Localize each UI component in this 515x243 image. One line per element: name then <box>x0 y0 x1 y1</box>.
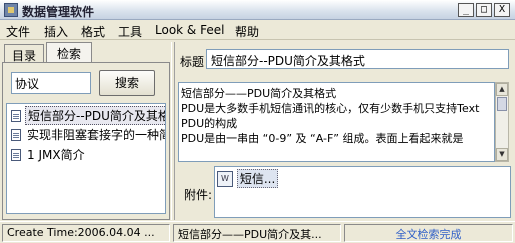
scroll-thumb[interactable] <box>497 97 507 111</box>
search-result-list[interactable]: 短信部分--PDU简介及其格式 实现非阻塞套接字的一种简单方法 1 JMX简介 <box>6 103 166 214</box>
status-current-document: 短信部分——PDU简介及其... <box>173 224 341 242</box>
menu-file[interactable]: 文件 <box>6 23 30 40</box>
attachment-list[interactable]: W 短信... <box>214 166 511 218</box>
document-icon <box>11 109 21 122</box>
panel-splitter[interactable] <box>171 42 175 220</box>
menu-insert[interactable]: 插入 <box>44 23 68 40</box>
document-icon <box>11 148 21 161</box>
document-icon: W <box>217 170 233 187</box>
left-panel: 目录 检索 搜索 短信部分--PDU简介及其格式 实现非阻塞套接字的一种简单方法… <box>2 42 170 220</box>
minimize-button[interactable]: _ <box>458 3 474 17</box>
title-label: 标题 <box>180 55 205 69</box>
status-message: 全文检索完成 <box>344 224 513 242</box>
content-scrollbar[interactable]: ▲ ▼ <box>495 82 509 162</box>
list-item-label: 1 JMX简介 <box>27 148 85 162</box>
right-panel: 标题 短信部分--PDU简介及其格式 短信部分——PDU简介及其格式 PDU是大… <box>176 42 513 220</box>
list-item[interactable]: 短信部分--PDU简介及其格式 <box>9 106 165 125</box>
window-title: 数据管理软件 <box>22 5 95 19</box>
content-line: PDU是大多数手机短信通讯的核心，仅有少数手机只支持Text <box>181 102 480 115</box>
content-line: PDU是由一串由 “0-9” 及 “A-F” 组成。表面上看起来就是 <box>181 132 464 145</box>
menu-look-and-feel[interactable]: Look & Feel <box>155 23 224 37</box>
search-button[interactable]: 搜索 <box>99 70 155 96</box>
menu-help[interactable]: 帮助 <box>235 23 259 40</box>
menu-format[interactable]: 格式 <box>81 23 105 40</box>
title-field[interactable]: 短信部分--PDU简介及其格式 <box>206 49 509 69</box>
content-line: PDU的构成 <box>181 117 238 130</box>
window-titlebar[interactable]: 数据管理软件 _ □ X <box>0 0 515 20</box>
scroll-down-icon[interactable]: ▼ <box>496 148 508 161</box>
search-tab-panel: 搜索 短信部分--PDU简介及其格式 实现非阻塞套接字的一种简单方法 1 JMX… <box>2 62 170 220</box>
list-item[interactable]: 实现非阻塞套接字的一种简单方法 <box>9 126 165 145</box>
document-icon <box>11 128 21 141</box>
menu-tools[interactable]: 工具 <box>118 23 142 40</box>
content-editor[interactable]: 短信部分——PDU简介及其格式 PDU是大多数手机短信通讯的核心，仅有少数手机只… <box>178 82 495 162</box>
close-button[interactable]: X <box>494 3 510 17</box>
search-input[interactable] <box>11 72 91 94</box>
attachment-item[interactable]: W 短信... <box>217 169 279 188</box>
app-icon <box>4 3 18 17</box>
status-create-time: Create Time:2006.04.04 ... <box>2 224 170 242</box>
menu-bar: 文件 插入 格式 工具 Look & Feel 帮助 <box>0 20 515 40</box>
scroll-up-icon[interactable]: ▲ <box>496 83 508 96</box>
tab-catalog[interactable]: 目录 <box>4 44 44 63</box>
list-item[interactable]: 1 JMX简介 <box>9 146 165 165</box>
attachment-name: 短信... <box>236 169 279 188</box>
tab-search[interactable]: 检索 <box>46 42 92 62</box>
attachment-label: 附件: <box>184 188 213 202</box>
list-item-label: 实现非阻塞套接字的一种简单方法 <box>27 128 165 142</box>
status-bar: Create Time:2006.04.04 ... 短信部分——PDU简介及其… <box>0 221 515 243</box>
content-line: 短信部分——PDU简介及其格式 <box>181 87 337 100</box>
maximize-button[interactable]: □ <box>476 3 492 17</box>
list-item-label: 短信部分--PDU简介及其格式 <box>25 106 165 125</box>
